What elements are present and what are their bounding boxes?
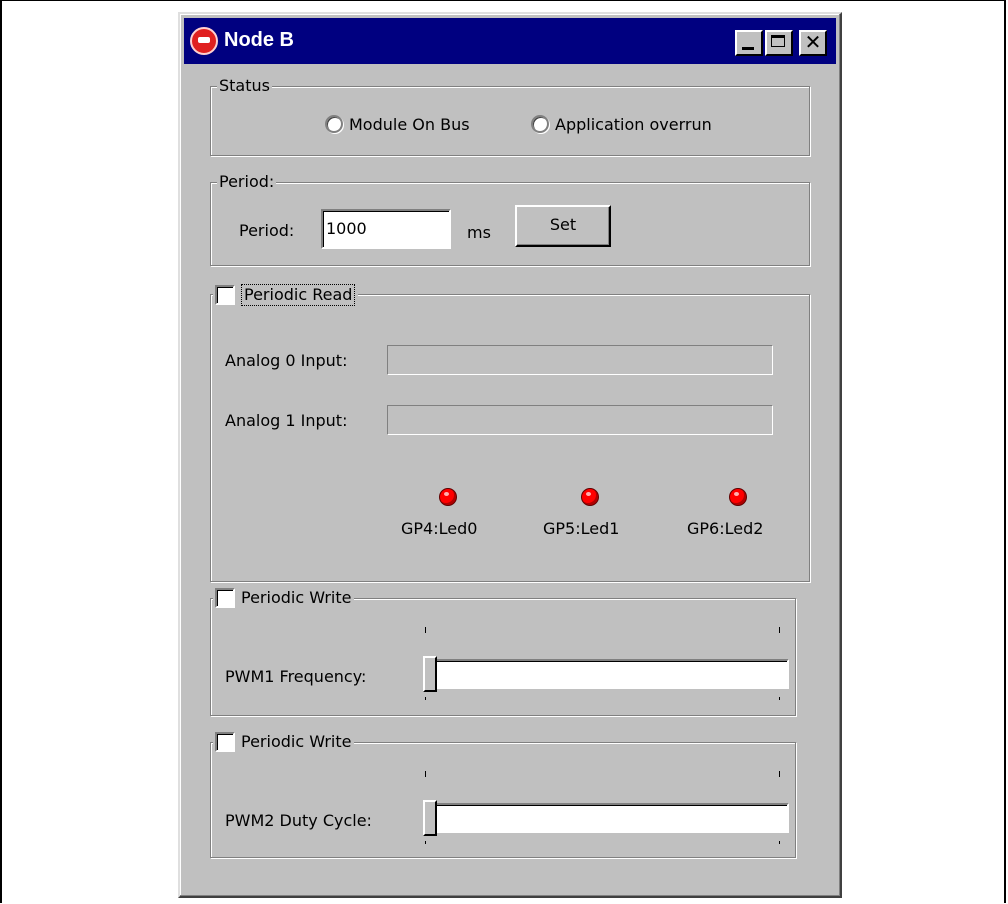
led0-indicator <box>439 488 457 506</box>
period-legend: Period: <box>217 172 277 192</box>
periodic-read-label: Periodic Read <box>241 284 356 306</box>
led2-indicator <box>729 488 747 506</box>
pwm1-slider-thumb[interactable] <box>423 656 437 692</box>
pwm1-frequency-slider[interactable] <box>425 659 789 689</box>
pwm1-tick-max <box>779 627 780 633</box>
pwm2-tick-max <box>779 771 780 777</box>
close-icon: ✕ <box>804 30 822 54</box>
pwm2-periodic-write-checkbox[interactable] <box>215 732 235 752</box>
maximize-button[interactable] <box>765 30 793 56</box>
pwm2-tick-min <box>425 771 426 777</box>
analog0-label: Analog 0 Input: <box>225 351 348 370</box>
pwm1-group: Periodic Write PWM1 Frequency: <box>210 588 796 716</box>
radio-circle <box>531 115 549 133</box>
radio-module-on-bus[interactable]: Module On Bus <box>325 115 470 134</box>
period-unit: ms <box>467 223 491 242</box>
pwm2-group: Periodic Write PWM2 Duty Cycle: <box>210 732 796 858</box>
close-button[interactable]: ✕ <box>799 30 827 56</box>
period-input[interactable]: 1000 <box>321 209 451 249</box>
radio-label: Application overrun <box>555 115 712 134</box>
pwm2-slider-thumb[interactable] <box>423 800 437 836</box>
pwm1-periodic-write-label: Periodic Write <box>241 588 352 607</box>
analog0-field <box>387 345 773 375</box>
minimize-button[interactable] <box>735 30 763 56</box>
node-b-window: Node B ✕ Status Module On Bus Applicatio… <box>178 12 842 898</box>
app-icon[interactable] <box>190 27 218 55</box>
pwm2-tick-min-bottom <box>425 841 426 844</box>
window-title: Node B <box>224 29 294 51</box>
set-button[interactable]: Set <box>515 205 611 247</box>
radio-circle <box>325 115 343 133</box>
periodic-read-checkbox[interactable] <box>215 285 235 305</box>
pwm1-tick-min <box>425 627 426 633</box>
analog1-field <box>387 405 773 435</box>
pwm2-periodic-write-label: Periodic Write <box>241 732 352 751</box>
period-label: Period: <box>239 221 295 240</box>
led1-indicator <box>581 488 599 506</box>
status-legend: Status <box>217 76 272 96</box>
radio-label: Module On Bus <box>349 115 470 134</box>
led0-label: GP4:Led0 <box>401 519 478 538</box>
periodic-read-legend: Periodic Read <box>213 284 359 306</box>
pwm1-legend: Periodic Write <box>213 588 355 608</box>
pwm1-periodic-write-checkbox[interactable] <box>215 588 235 608</box>
pwm2-duty-cycle-slider[interactable] <box>425 803 789 833</box>
radio-application-overrun[interactable]: Application overrun <box>531 115 712 134</box>
title-bar[interactable]: Node B ✕ <box>184 18 836 64</box>
pwm1-tick-min-bottom <box>425 697 426 700</box>
pwm1-tick-max-bottom <box>779 697 780 700</box>
led2-label: GP6:Led2 <box>687 519 764 538</box>
analog1-label: Analog 1 Input: <box>225 411 348 430</box>
period-group: Period: Period: 1000 ms Set <box>210 172 810 266</box>
periodic-read-group: Periodic Read Analog 0 Input: Analog 1 I… <box>210 284 810 582</box>
pwm2-tick-max-bottom <box>779 841 780 844</box>
pwm2-slider-label: PWM2 Duty Cycle: <box>225 811 372 830</box>
pwm1-slider-label: PWM1 Frequency: <box>225 667 367 686</box>
status-group: Status Module On Bus Application overrun <box>210 76 810 156</box>
pwm2-legend: Periodic Write <box>213 732 355 752</box>
led1-label: GP5:Led1 <box>543 519 620 538</box>
